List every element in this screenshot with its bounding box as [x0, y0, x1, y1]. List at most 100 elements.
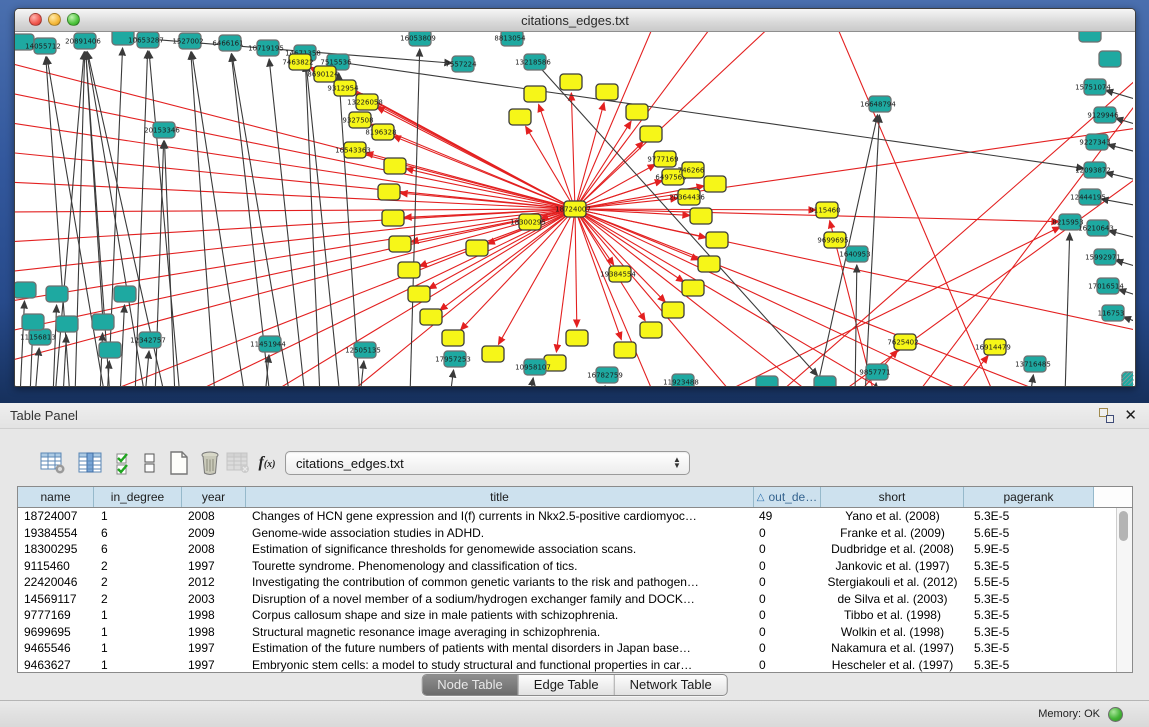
table-row[interactable]: 2242004622012Investigating the contribut…: [18, 574, 1132, 591]
graph-node-label: 9699695: [817, 237, 848, 245]
graph-node[interactable]: [466, 240, 488, 256]
network-window[interactable]: citations_edges.txt 18724007140557122089…: [14, 8, 1136, 387]
graph-node[interactable]: [704, 176, 726, 192]
table-cell: 0: [754, 607, 821, 624]
graph-node[interactable]: [1099, 51, 1121, 67]
graph-node[interactable]: [99, 342, 121, 358]
tab-network-table[interactable]: Network Table: [614, 675, 727, 695]
graph-node[interactable]: [596, 84, 618, 100]
column-header-title[interactable]: title: [246, 487, 754, 507]
zoom-window-button[interactable]: [67, 13, 80, 26]
table-cell: 1: [94, 624, 182, 641]
graph-node-label: 16210643: [1078, 225, 1114, 233]
table-scrollbar-thumb[interactable]: [1119, 511, 1128, 541]
graph-node[interactable]: [626, 104, 648, 120]
graph-node-label: 13716485: [1015, 361, 1051, 369]
graph-node[interactable]: [698, 256, 720, 272]
table-cell: 9777169: [18, 607, 94, 624]
tab-node-table[interactable]: Node Table: [422, 675, 518, 695]
graph-node[interactable]: [408, 286, 430, 302]
column-header-short[interactable]: short: [821, 487, 964, 507]
graph-node[interactable]: [509, 109, 531, 125]
graph-node[interactable]: [382, 210, 404, 226]
table-row[interactable]: 946362711997Embryonic stem cells: a mode…: [18, 657, 1132, 674]
row-height-icon[interactable]: [141, 447, 159, 479]
graph-node-label: 10719195: [248, 45, 284, 53]
graph-node-label: 16053809: [400, 35, 436, 43]
network-svg[interactable]: 1872400714055712208914061065328715270026…: [15, 32, 1133, 386]
network-window-titlebar[interactable]: citations_edges.txt: [15, 9, 1135, 32]
graph-node[interactable]: [15, 282, 36, 298]
close-panel-icon[interactable]: ✕: [1124, 408, 1137, 423]
column-header-out_de[interactable]: △out_de…: [754, 487, 821, 507]
graph-node[interactable]: [1079, 32, 1101, 42]
graph-node[interactable]: [442, 330, 464, 346]
graph-node[interactable]: [560, 74, 582, 90]
table-cell: 2009: [182, 525, 246, 542]
column-header-pagerank[interactable]: pagerank: [964, 487, 1094, 507]
table-row[interactable]: 1456911722003Disruption of a novel membe…: [18, 591, 1132, 608]
window-resize-grip[interactable]: [1121, 372, 1134, 385]
graph-node-label: 11451944: [250, 341, 286, 349]
table-cell: 2008: [182, 508, 246, 525]
graph-node[interactable]: [378, 184, 400, 200]
table-row[interactable]: 911546021997Tourette syndrome. Phenomeno…: [18, 558, 1132, 575]
graph-node[interactable]: [662, 302, 684, 318]
graph-node[interactable]: [566, 330, 588, 346]
column-header-name[interactable]: name: [18, 487, 94, 507]
table-cell: 0: [754, 574, 821, 591]
graph-node[interactable]: [640, 126, 662, 142]
graph-node[interactable]: [46, 286, 68, 302]
table-cell: Jankovic et al. (1997): [821, 558, 964, 575]
table-row[interactable]: 969969511998Structural magnetic resonanc…: [18, 624, 1132, 641]
graph-node[interactable]: [56, 316, 78, 332]
import-table-icon[interactable]: [224, 447, 252, 479]
table-scrollbar[interactable]: [1116, 508, 1132, 672]
graph-node[interactable]: [640, 322, 662, 338]
delete-table-icon[interactable]: [196, 447, 224, 479]
close-window-button[interactable]: [29, 13, 42, 26]
column-header-year[interactable]: year: [182, 487, 246, 507]
graph-node[interactable]: [389, 236, 411, 252]
table-cell: Disruption of a novel member of a sodium…: [246, 591, 754, 608]
table-cell: Embryonic stem cells: a model to study s…: [246, 657, 754, 674]
table-settings-icon[interactable]: [38, 447, 68, 479]
graph-node[interactable]: [22, 314, 44, 330]
graph-node[interactable]: [756, 376, 778, 386]
table-selector[interactable]: citations_edges.txt ▲▼: [285, 451, 690, 475]
graph-node[interactable]: [114, 286, 136, 302]
graph-node[interactable]: [706, 232, 728, 248]
network-canvas[interactable]: 1872400714055712208914061065328715270026…: [15, 32, 1135, 386]
table-cell: 9115460: [18, 558, 94, 575]
table-cell: 0: [754, 657, 821, 674]
graph-node[interactable]: [482, 346, 504, 362]
graph-node[interactable]: [524, 86, 546, 102]
table-cell: Hescheler et al. (1997): [821, 657, 964, 674]
graph-node[interactable]: [420, 309, 442, 325]
column-header-in_degree[interactable]: in_degree: [94, 487, 182, 507]
minimize-window-button[interactable]: [48, 13, 61, 26]
graph-node[interactable]: [384, 158, 406, 174]
new-table-icon[interactable]: [165, 447, 193, 479]
column-edit-icon[interactable]: [76, 447, 106, 479]
tab-edge-table[interactable]: Edge Table: [518, 675, 614, 695]
graph-node[interactable]: [814, 376, 836, 386]
graph-node[interactable]: [92, 314, 114, 330]
table-row[interactable]: 977716911998Corpus callosum shape and si…: [18, 607, 1132, 624]
table-type-tabs: Node TableEdge TableNetwork Table: [421, 674, 728, 696]
graph-node[interactable]: [682, 280, 704, 296]
graph-node[interactable]: [690, 208, 712, 224]
float-window-icon[interactable]: [1099, 408, 1114, 423]
table-row[interactable]: 946554611997Estimation of the future num…: [18, 640, 1132, 657]
table-cell: 1997: [182, 657, 246, 674]
table-cell: Corpus callosum shape and size in male p…: [246, 607, 754, 624]
table-row[interactable]: 1872400712008Changes of HCN gene express…: [18, 508, 1132, 525]
graph-node[interactable]: [398, 262, 420, 278]
graph-node[interactable]: [614, 342, 636, 358]
network-window-title: citations_edges.txt: [521, 13, 629, 28]
select-all-icon[interactable]: [113, 447, 139, 479]
table-row[interactable]: 1938455462009Genome-wide association stu…: [18, 525, 1132, 542]
function-builder-icon[interactable]: f(x): [252, 447, 282, 479]
table-cell: Estimation of significance thresholds fo…: [246, 541, 754, 558]
table-row[interactable]: 1830029562008Estimation of significance …: [18, 541, 1132, 558]
